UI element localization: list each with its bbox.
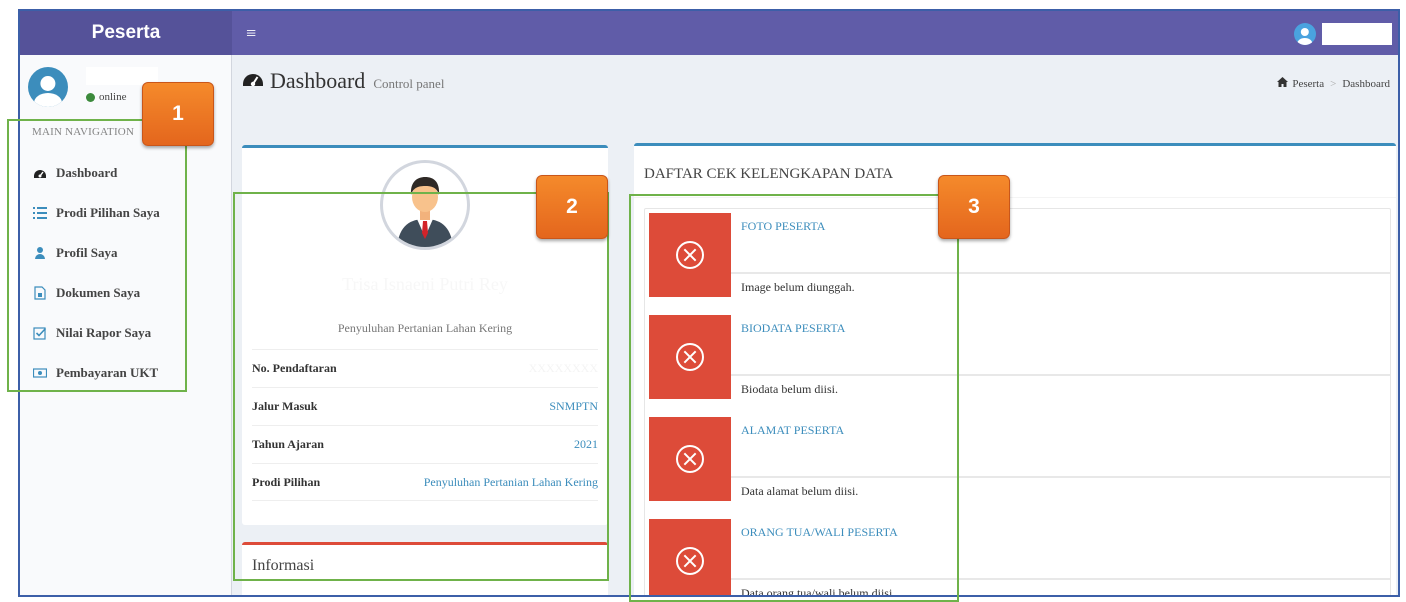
top-navbar: ≡ — [232, 11, 1398, 55]
avatar — [28, 67, 68, 107]
user-menu[interactable] — [1294, 22, 1392, 46]
sidebar-toggle-icon[interactable]: ≡ — [246, 23, 256, 43]
page-title-text: Dashboard — [270, 68, 366, 93]
avatar-icon — [1294, 23, 1316, 45]
annotation-badge-3: 3 — [938, 175, 1010, 239]
online-dot-icon — [86, 92, 95, 102]
user-name-redacted — [1322, 23, 1392, 45]
online-label: online — [99, 91, 127, 103]
annotation-frame-2 — [233, 192, 609, 581]
annotation-badge-1: 1 — [142, 82, 214, 146]
breadcrumb-separator: > — [1330, 77, 1337, 90]
app-logo[interactable]: Peserta — [20, 11, 232, 55]
online-status: online — [86, 91, 127, 103]
home-icon — [1277, 77, 1289, 90]
breadcrumb-link[interactable]: Peserta — [1292, 78, 1324, 90]
annotation-frame-1 — [7, 119, 187, 392]
page-subtitle: Control panel — [373, 76, 445, 91]
breadcrumb: Peserta > Dashboard — [1277, 77, 1390, 90]
annotation-frame-3 — [629, 194, 959, 602]
content-header: Dashboard Control panel Peserta > Dashbo… — [232, 55, 1398, 113]
breadcrumb-current: Dashboard — [1342, 77, 1390, 90]
checklist-title: DAFTAR CEK KELENGKAPAN DATA — [644, 166, 894, 182]
dashboard-icon — [242, 68, 264, 93]
page-title: Dashboard Control panel — [242, 68, 444, 94]
annotation-badge-2: 2 — [536, 175, 608, 239]
